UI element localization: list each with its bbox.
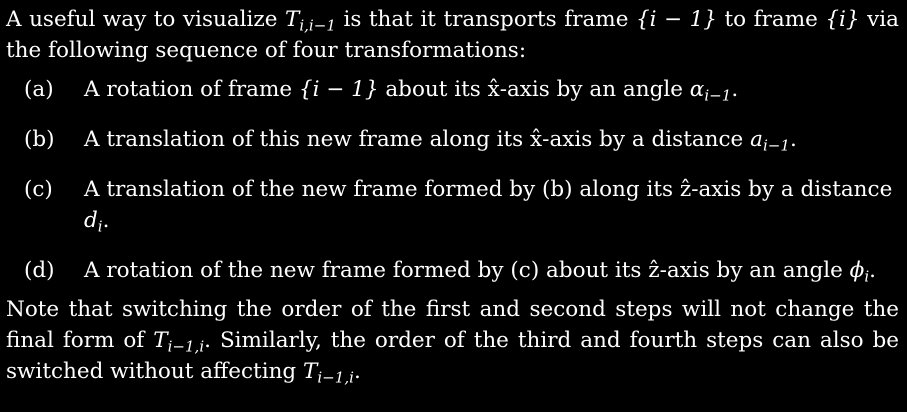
distance-symbol: d: [84, 208, 98, 233]
transform-symbol: T: [303, 359, 318, 384]
transform-subscript: i,i−1: [299, 16, 336, 35]
list-item: (d) A rotation of the new frame formed b…: [6, 255, 899, 286]
item-text-part: .: [789, 127, 797, 152]
item-text-part: A translation of this new frame along it…: [84, 127, 751, 152]
item-text-part: .: [869, 258, 876, 283]
list-item: (c) A translation of the new frame forme…: [6, 174, 899, 236]
item-text: A rotation of frame {i − 1} about its x̂…: [84, 74, 899, 105]
angle-subscript: i−1: [704, 86, 732, 105]
item-text: A rotation of the new frame formed by (c…: [84, 255, 899, 286]
intro-text-1: A useful way to visualize: [6, 7, 285, 32]
intro-paragraph: A useful way to visualize Ti,i−1 is that…: [6, 4, 899, 66]
frame-to: {i}: [825, 7, 860, 32]
list-item: (a) A rotation of frame {i − 1} about it…: [6, 74, 899, 105]
item-label: (b): [24, 127, 55, 152]
transformation-list: (a) A rotation of frame {i − 1} about it…: [6, 74, 899, 286]
item-label: (a): [24, 77, 54, 102]
list-item: (b) A translation of this new frame alon…: [6, 124, 899, 155]
item-label: (d): [24, 258, 55, 283]
item-text-part: A rotation of the new frame formed by (c…: [84, 258, 850, 283]
outro-text-3: .: [353, 359, 361, 384]
item-text-part: .: [731, 77, 739, 102]
intro-text-2: is that it transports frame: [335, 7, 636, 32]
distance-subscript: i−1: [762, 136, 790, 155]
transform-symbol: T: [153, 328, 168, 353]
transform-subscript: i−1,i: [317, 368, 354, 387]
frame-from: {i − 1}: [635, 7, 717, 32]
item-text-part: A translation of the new frame formed by…: [84, 177, 893, 202]
item-text: A translation of this new frame along it…: [84, 124, 899, 155]
transform-subscript: i−1,i: [167, 337, 205, 356]
outro-paragraph: Note that switching the order of the fir…: [6, 294, 899, 387]
distance-symbol: a: [750, 127, 763, 152]
item-text-part: about its x̂-axis by an angle: [378, 77, 690, 102]
transform-symbol: T: [284, 7, 300, 32]
item-label: (c): [24, 177, 53, 202]
item-text-part: A rotation of frame: [84, 77, 299, 102]
intro-text-3: to frame: [716, 7, 826, 32]
document-page: A useful way to visualize Ti,i−1 is that…: [6, 4, 899, 387]
angle-symbol: ϕ: [849, 258, 865, 283]
item-text: A translation of the new frame formed by…: [84, 174, 899, 236]
item-text-part: .: [102, 208, 110, 233]
frame-symbol: {i − 1}: [298, 77, 379, 102]
angle-symbol: α: [689, 77, 705, 102]
